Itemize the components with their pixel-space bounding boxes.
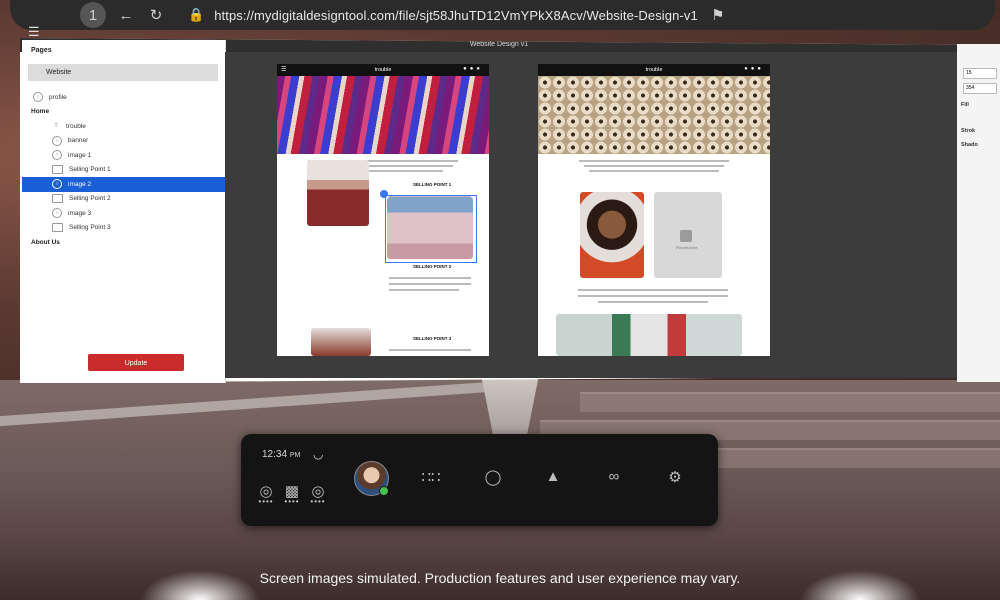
header-icons: ●●● — [744, 66, 764, 72]
placeholder-card[interactable]: Placeholder — [654, 192, 722, 278]
sidebar-item-website[interactable]: Website — [28, 64, 218, 81]
layer-item-selling-point-1[interactable]: Selling Point 1 — [22, 163, 225, 178]
online-status-dot — [379, 486, 389, 496]
image-layer-icon: ○ — [52, 208, 62, 219]
site-brand: trouble — [374, 67, 392, 73]
image-3[interactable] — [311, 328, 371, 356]
quest-icon[interactable]: ◎ •••• — [254, 482, 278, 506]
artboard-page-2[interactable]: trouble ●●● Placeholder — [538, 64, 770, 356]
layers-sidebar: ☰ Pages Website ○ profile Home T trouble… — [22, 24, 226, 383]
messenger-icon[interactable]: ◯ — [481, 468, 505, 486]
apps-grid-icon[interactable]: ∷∷ — [419, 468, 443, 486]
folder-icon — [52, 165, 63, 175]
image-layer-icon: ○ — [52, 150, 62, 161]
image-1[interactable] — [307, 160, 369, 226]
folder-icon — [52, 223, 63, 233]
menu-icon: ☰ — [281, 67, 287, 73]
profile-image[interactable] — [580, 192, 644, 278]
folder-icon — [52, 194, 63, 204]
image-placeholder-icon — [680, 230, 692, 242]
text-line — [389, 289, 459, 291]
image-layer-icon: ○ — [52, 179, 62, 190]
layer-item-image-1[interactable]: ○ image 1 — [22, 148, 225, 163]
disclaimer-caption: Screen images simulated. Production feat… — [259, 570, 741, 586]
layer-group-about-us[interactable]: About Us — [22, 235, 225, 250]
properties-panel: 15 354 Fill Strok Shado — [957, 44, 1000, 382]
layer-item-selling-point-2[interactable]: Selling Point 2 — [22, 192, 225, 207]
url-field[interactable]: https://mydigitaldesigntool.com/file/sjt… — [214, 8, 698, 23]
headset-icon[interactable]: ▩ •••• — [280, 482, 304, 506]
fill-label: Fill — [961, 102, 969, 108]
banner-image[interactable] — [277, 76, 489, 154]
layer-item-image-2[interactable]: ○ image 2 — [22, 177, 225, 192]
artboard-page-1[interactable]: ☰ trouble ●●● SELLING POINT 1 SELLING PO… — [277, 64, 489, 356]
header-icons: ●●● — [463, 66, 483, 72]
layer-list: ○ profile Home T trouble ○ banner ○ imag… — [22, 90, 225, 250]
design-canvas[interactable]: ☰ trouble ●●● SELLING POINT 1 SELLING PO… — [225, 52, 972, 378]
shadow-label: Shado — [961, 142, 978, 148]
property-input[interactable]: 15 — [963, 68, 997, 79]
layer-item-selling-point-3[interactable]: Selling Point 3 — [22, 221, 225, 236]
layer-item-profile[interactable]: ○ profile — [22, 90, 225, 105]
quest-icon-2[interactable]: ◎ •••• — [306, 482, 330, 506]
layer-item-trouble[interactable]: T trouble — [22, 119, 225, 134]
lock-icon: 🔒 — [188, 7, 205, 22]
text-line — [389, 277, 471, 279]
image-layer-icon: ○ — [33, 92, 43, 103]
text-line — [589, 170, 719, 172]
text-line — [578, 289, 728, 291]
bell-icon[interactable]: ▲ — [541, 468, 565, 485]
bookmark-icon[interactable]: ⚑ — [708, 5, 728, 25]
about-us-image[interactable] — [556, 314, 742, 356]
text-line — [389, 349, 471, 351]
browser-toolbar: 1 ← ↻ 🔒 https://mydigitaldesigntool.com/… — [10, 0, 995, 30]
text-line — [579, 160, 729, 162]
clock: 12:34 PM — [262, 449, 301, 460]
layer-group-home[interactable]: Home — [22, 105, 225, 120]
layer-item-image-3[interactable]: ○ image 3 — [22, 206, 225, 221]
text-line — [598, 301, 708, 303]
layer-item-banner[interactable]: ○ banner — [22, 134, 225, 149]
selling-point-3-heading: SELLING POINT 3 — [413, 336, 452, 341]
gear-icon[interactable]: ⚙ — [663, 468, 687, 486]
stroke-label: Strok — [961, 128, 976, 134]
image-layer-icon: ○ — [52, 135, 62, 146]
text-layer-icon: T — [54, 123, 58, 130]
reload-icon[interactable]: ↻ — [146, 5, 166, 25]
share-icon[interactable]: ∞ — [602, 468, 626, 485]
placeholder-label: Placeholder — [676, 245, 698, 250]
selling-point-2-heading: SELLING POINT 2 — [413, 264, 452, 269]
resize-handle[interactable] — [380, 190, 388, 198]
property-input[interactable]: 354 — [963, 83, 997, 94]
system-dock: 12:34 PM ◡ ◎ •••• ▩ •••• ◎ •••• ∷∷ ◯ ▲ ∞ ⚙ — [241, 434, 718, 526]
pages-heading: Pages — [31, 47, 52, 54]
banner-image[interactable] — [538, 76, 770, 154]
selling-point-1-heading: SELLING POINT 1 — [413, 182, 452, 187]
text-line — [389, 283, 471, 285]
site-header: ☰ trouble ●●● — [277, 64, 489, 76]
hamburger-menu-icon[interactable]: ☰ — [28, 24, 40, 40]
environment-step — [580, 392, 1000, 412]
wifi-icon: ◡ — [313, 447, 324, 461]
text-line — [584, 165, 724, 167]
tab-count-icon[interactable]: 1 — [80, 2, 106, 28]
site-header: trouble ●●● — [538, 64, 770, 76]
selection-frame[interactable] — [385, 195, 477, 263]
text-line — [578, 295, 728, 297]
update-button[interactable]: Update — [88, 354, 184, 371]
site-brand: trouble — [645, 67, 663, 73]
back-icon[interactable]: ← — [116, 5, 136, 25]
